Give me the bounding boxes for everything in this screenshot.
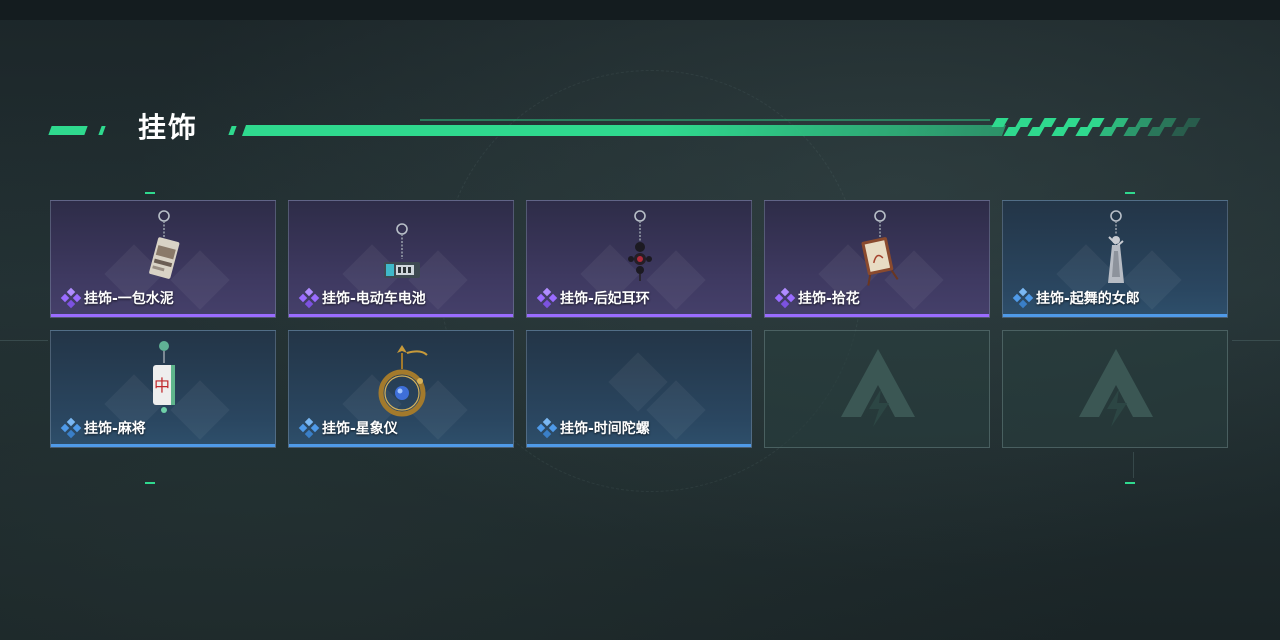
charm-name: 挂饰-拾花 [798,291,860,307]
charm-name: 挂饰-后妃耳环 [560,291,650,307]
charm-name: 挂饰-麻将 [84,421,146,437]
rarity-blue-icon [60,417,82,439]
frame-line [0,340,48,341]
cement-bag-charm-icon [149,210,180,279]
header-tick [228,126,237,135]
charm-card[interactable]: 挂饰-时间陀螺 [526,330,752,448]
charm-name: 挂饰-起舞的女郎 [1036,291,1140,307]
charm-card[interactable]: 挂饰-电动车电池 [288,200,514,318]
rarity-blue-icon [536,417,558,439]
ebike-battery-charm-icon [384,223,420,278]
header-accent-bar [241,125,1007,136]
rarity-bar [1003,314,1227,317]
rarity-purple-icon [60,287,82,309]
frame-line [1232,340,1280,341]
empty-slot[interactable] [1002,330,1228,448]
header-dash [48,126,88,135]
rarity-bar [51,444,275,447]
charm-name: 挂饰-电动车电池 [322,291,426,307]
charm-name: 挂饰-时间陀螺 [560,421,650,437]
header-thin-line [420,119,990,121]
picked-flower-frame-charm-icon [861,210,899,286]
astrolabe-charm-icon [378,345,428,417]
section-title: 挂饰 [138,111,199,144]
top-bar [0,0,1280,20]
empty-slot-logo-icon [841,349,915,427]
rarity-bar [289,444,513,447]
rarity-purple-icon [536,287,558,309]
charm-card[interactable]: 挂饰-拾花 [764,200,990,318]
rarity-blue-icon [298,417,320,439]
charm-card[interactable]: 挂饰-后妃耳环 [526,200,752,318]
frame-marker [1125,482,1135,484]
dancing-lady-charm-icon [1108,210,1124,283]
svg-text:中: 中 [154,376,170,395]
charm-name: 挂饰-一包水泥 [84,291,174,307]
rarity-bar [527,314,751,317]
frame-marker [145,482,155,484]
frame-marker [145,192,155,194]
rarity-bar [765,314,989,317]
frame-marker [1125,192,1135,194]
charm-card[interactable]: 挂饰-起舞的女郎 [1002,200,1228,318]
rarity-bar [51,314,275,317]
rarity-blue-icon [1012,287,1034,309]
rarity-bar [527,444,751,447]
empty-slot[interactable] [764,330,990,448]
rarity-purple-icon [774,287,796,309]
header-dash-small [98,126,106,135]
charm-card[interactable]: 挂饰-一包水泥 [50,200,276,318]
rarity-bar [289,314,513,317]
charm-card[interactable]: 挂饰-星象仪 [288,330,514,448]
mahjong-tile-charm-icon: 中 [153,341,175,413]
rarity-purple-icon [298,287,320,309]
charm-name: 挂饰-星象仪 [322,421,398,437]
header-checker-pattern [990,116,1201,136]
charm-card[interactable]: 中 挂饰-麻将 [50,330,276,448]
consort-earring-charm-icon [628,210,652,281]
empty-slot-logo-icon [1079,349,1153,427]
frame-line [1133,452,1134,478]
charm-grid: 挂饰-一包水泥 挂饰-电动车电池 挂饰-后妃耳环 挂饰-拾花 挂饰-起舞的女郎 … [50,200,1230,450]
